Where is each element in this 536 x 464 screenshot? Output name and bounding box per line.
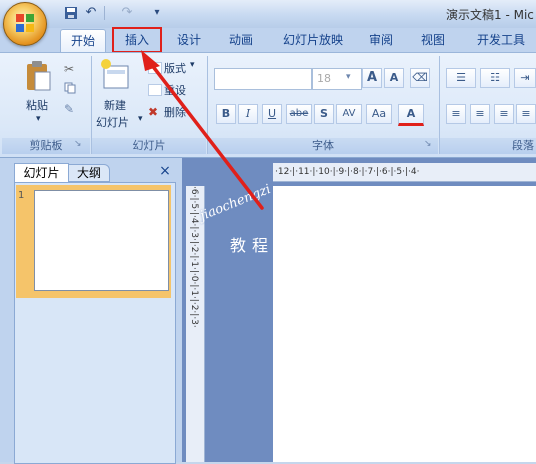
- redo-icon[interactable]: ↷: [118, 4, 136, 22]
- new-slide-label[interactable]: 新建: [104, 97, 126, 113]
- clipboard-launcher-icon[interactable]: ↘: [74, 139, 82, 149]
- align-center-icon[interactable]: ≡: [470, 104, 490, 124]
- paste-button[interactable]: 粘贴: [26, 97, 48, 113]
- paragraph-label-text: 段落: [512, 139, 534, 152]
- vertical-ruler-labels: ·6·|·5·|·4·|·3·|·2·|·1·|·0·|·1·|·2·|·3·: [189, 186, 199, 328]
- strikethrough-button[interactable]: abe: [286, 104, 312, 124]
- format-painter-icon[interactable]: ✎: [64, 102, 74, 116]
- slides-group-label: 幻灯片: [92, 138, 206, 154]
- shrink-font-button[interactable]: A: [384, 68, 404, 88]
- align-left-icon[interactable]: ≡: [446, 104, 466, 124]
- tab-animation[interactable]: 动画: [222, 29, 260, 51]
- save-icon[interactable]: [62, 4, 80, 22]
- grow-font-button[interactable]: A: [362, 68, 382, 88]
- office-button[interactable]: [3, 2, 47, 46]
- watermark-text-2: 教程: [230, 236, 275, 255]
- font-name-input[interactable]: [214, 68, 312, 90]
- font-group-label: 字体: [208, 138, 438, 154]
- new-slide-label-2[interactable]: 幻灯片: [96, 114, 129, 130]
- tab-insert[interactable]: 插入: [112, 27, 162, 53]
- horizontal-ruler-labels: ·12·|·11·|·10·|·9·|·8·|·7·|·6·|·5·|·4·: [275, 167, 420, 177]
- tab-slides[interactable]: 幻灯片: [14, 163, 69, 182]
- bullets-icon[interactable]: ☰: [446, 68, 476, 88]
- font-size-dropdown-icon[interactable]: ▾: [346, 72, 351, 82]
- font-launcher-icon[interactable]: ↘: [424, 139, 432, 149]
- indent-icon[interactable]: ⇥: [514, 68, 536, 88]
- tab-slideshow[interactable]: 幻灯片放映: [276, 29, 350, 51]
- layout-button[interactable]: 版式: [164, 60, 186, 76]
- vertical-ruler: ·6·|·5·|·4·|·3·|·2·|·1·|·0·|·1·|·2·|·3·: [186, 186, 205, 462]
- underline-button[interactable]: U: [262, 104, 282, 124]
- customize-icon[interactable]: ▾: [148, 4, 166, 22]
- tab-review[interactable]: 审阅: [362, 29, 400, 51]
- layout-dropdown-icon[interactable]: ▾: [190, 60, 195, 70]
- tab-view[interactable]: 视图: [414, 29, 452, 51]
- horizontal-ruler: ·12·|·11·|·10·|·9·|·8·|·7·|·6·|·5·|·4·: [273, 163, 536, 182]
- copy-icon[interactable]: [64, 82, 76, 94]
- paste-dropdown-icon[interactable]: ▾: [36, 114, 41, 124]
- font-size-input[interactable]: 18: [312, 68, 362, 90]
- tab-outline[interactable]: 大纲: [68, 164, 110, 182]
- justify-icon[interactable]: ≡: [516, 104, 536, 124]
- slide-number: 1: [18, 190, 25, 201]
- window-title: 演示文稿1 - Mic: [446, 8, 534, 22]
- tab-home[interactable]: 开始: [60, 29, 106, 52]
- numbering-icon[interactable]: ☷: [480, 68, 510, 88]
- paste-icon[interactable]: [24, 60, 52, 94]
- change-case-button[interactable]: Aa: [366, 104, 392, 124]
- tab-design[interactable]: 设计: [170, 29, 208, 51]
- italic-button[interactable]: I: [238, 104, 258, 124]
- shadow-button[interactable]: S: [314, 104, 334, 124]
- new-slide-icon[interactable]: [100, 58, 130, 94]
- tab-developer[interactable]: 开发工具: [470, 29, 532, 51]
- layout-icon[interactable]: [148, 62, 162, 74]
- char-spacing-button[interactable]: AV: [336, 104, 362, 124]
- reset-button[interactable]: 重设: [164, 82, 186, 98]
- font-color-button[interactable]: A: [398, 104, 424, 126]
- qat-divider: [104, 6, 105, 20]
- slide-canvas[interactable]: [273, 186, 536, 462]
- reset-icon[interactable]: [148, 84, 162, 96]
- new-slide-dropdown-icon[interactable]: ▾: [138, 114, 143, 124]
- close-icon[interactable]: ×: [157, 163, 173, 179]
- undo-icon[interactable]: ↶: [82, 4, 100, 22]
- align-right-icon[interactable]: ≡: [494, 104, 514, 124]
- paragraph-group-label: 段落: [440, 138, 536, 154]
- bold-button[interactable]: B: [216, 104, 236, 124]
- delete-icon[interactable]: ✖: [148, 105, 158, 119]
- clear-format-icon[interactable]: ⌫: [410, 68, 430, 88]
- delete-button[interactable]: 删除: [164, 104, 186, 120]
- cut-icon[interactable]: ✂: [64, 62, 74, 76]
- office-logo-icon: [16, 14, 34, 32]
- slide-thumbnail[interactable]: [34, 190, 169, 291]
